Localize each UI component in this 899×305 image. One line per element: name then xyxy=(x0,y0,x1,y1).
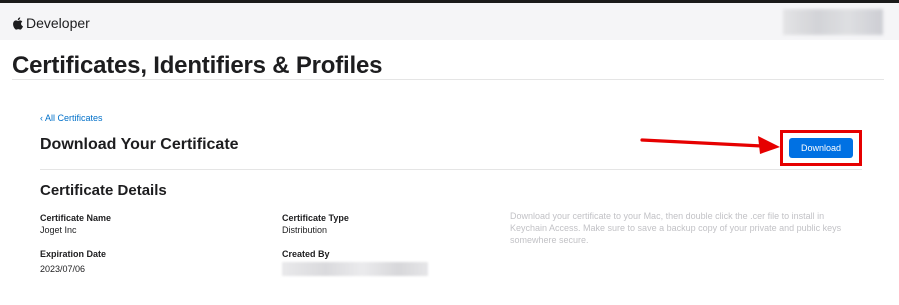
apple-logo-icon xyxy=(13,16,23,30)
download-highlight-box: Download xyxy=(780,130,862,166)
certificate-details-title: Certificate Details xyxy=(40,182,167,199)
field-label: Expiration Date xyxy=(40,249,107,259)
field-value: Distribution xyxy=(282,225,328,235)
section-divider xyxy=(40,169,862,170)
certificate-type-field: Certificate Type Distribution xyxy=(282,212,349,236)
field-label: Created By xyxy=(282,249,330,259)
download-button[interactable]: Download xyxy=(789,138,853,158)
created-by-redacted xyxy=(282,262,428,276)
page-title: Certificates, Identifiers & Profiles xyxy=(12,52,383,79)
top-navigation-bar: Developer xyxy=(0,0,899,40)
expiration-date-field: Expiration Date 2023/07/06 xyxy=(40,248,106,275)
field-value: Joget Inc xyxy=(40,225,77,235)
certificate-name-field: Certificate Name Joget Inc xyxy=(40,212,111,236)
all-certificates-link[interactable]: ‹ All Certificates xyxy=(40,113,103,123)
field-label: Certificate Type xyxy=(282,213,349,223)
brand-label: Developer xyxy=(26,15,90,31)
created-by-field: Created By xyxy=(282,248,428,276)
download-instructions: Download your certificate to your Mac, t… xyxy=(510,211,842,245)
red-arrow-icon xyxy=(640,136,780,154)
account-menu-redacted[interactable] xyxy=(783,9,883,35)
developer-home-link[interactable]: Developer xyxy=(12,15,90,31)
section-title: Download Your Certificate xyxy=(40,136,239,153)
header-divider xyxy=(12,79,884,80)
field-label: Certificate Name xyxy=(40,213,112,223)
field-value: 2023/07/06 xyxy=(40,264,86,274)
